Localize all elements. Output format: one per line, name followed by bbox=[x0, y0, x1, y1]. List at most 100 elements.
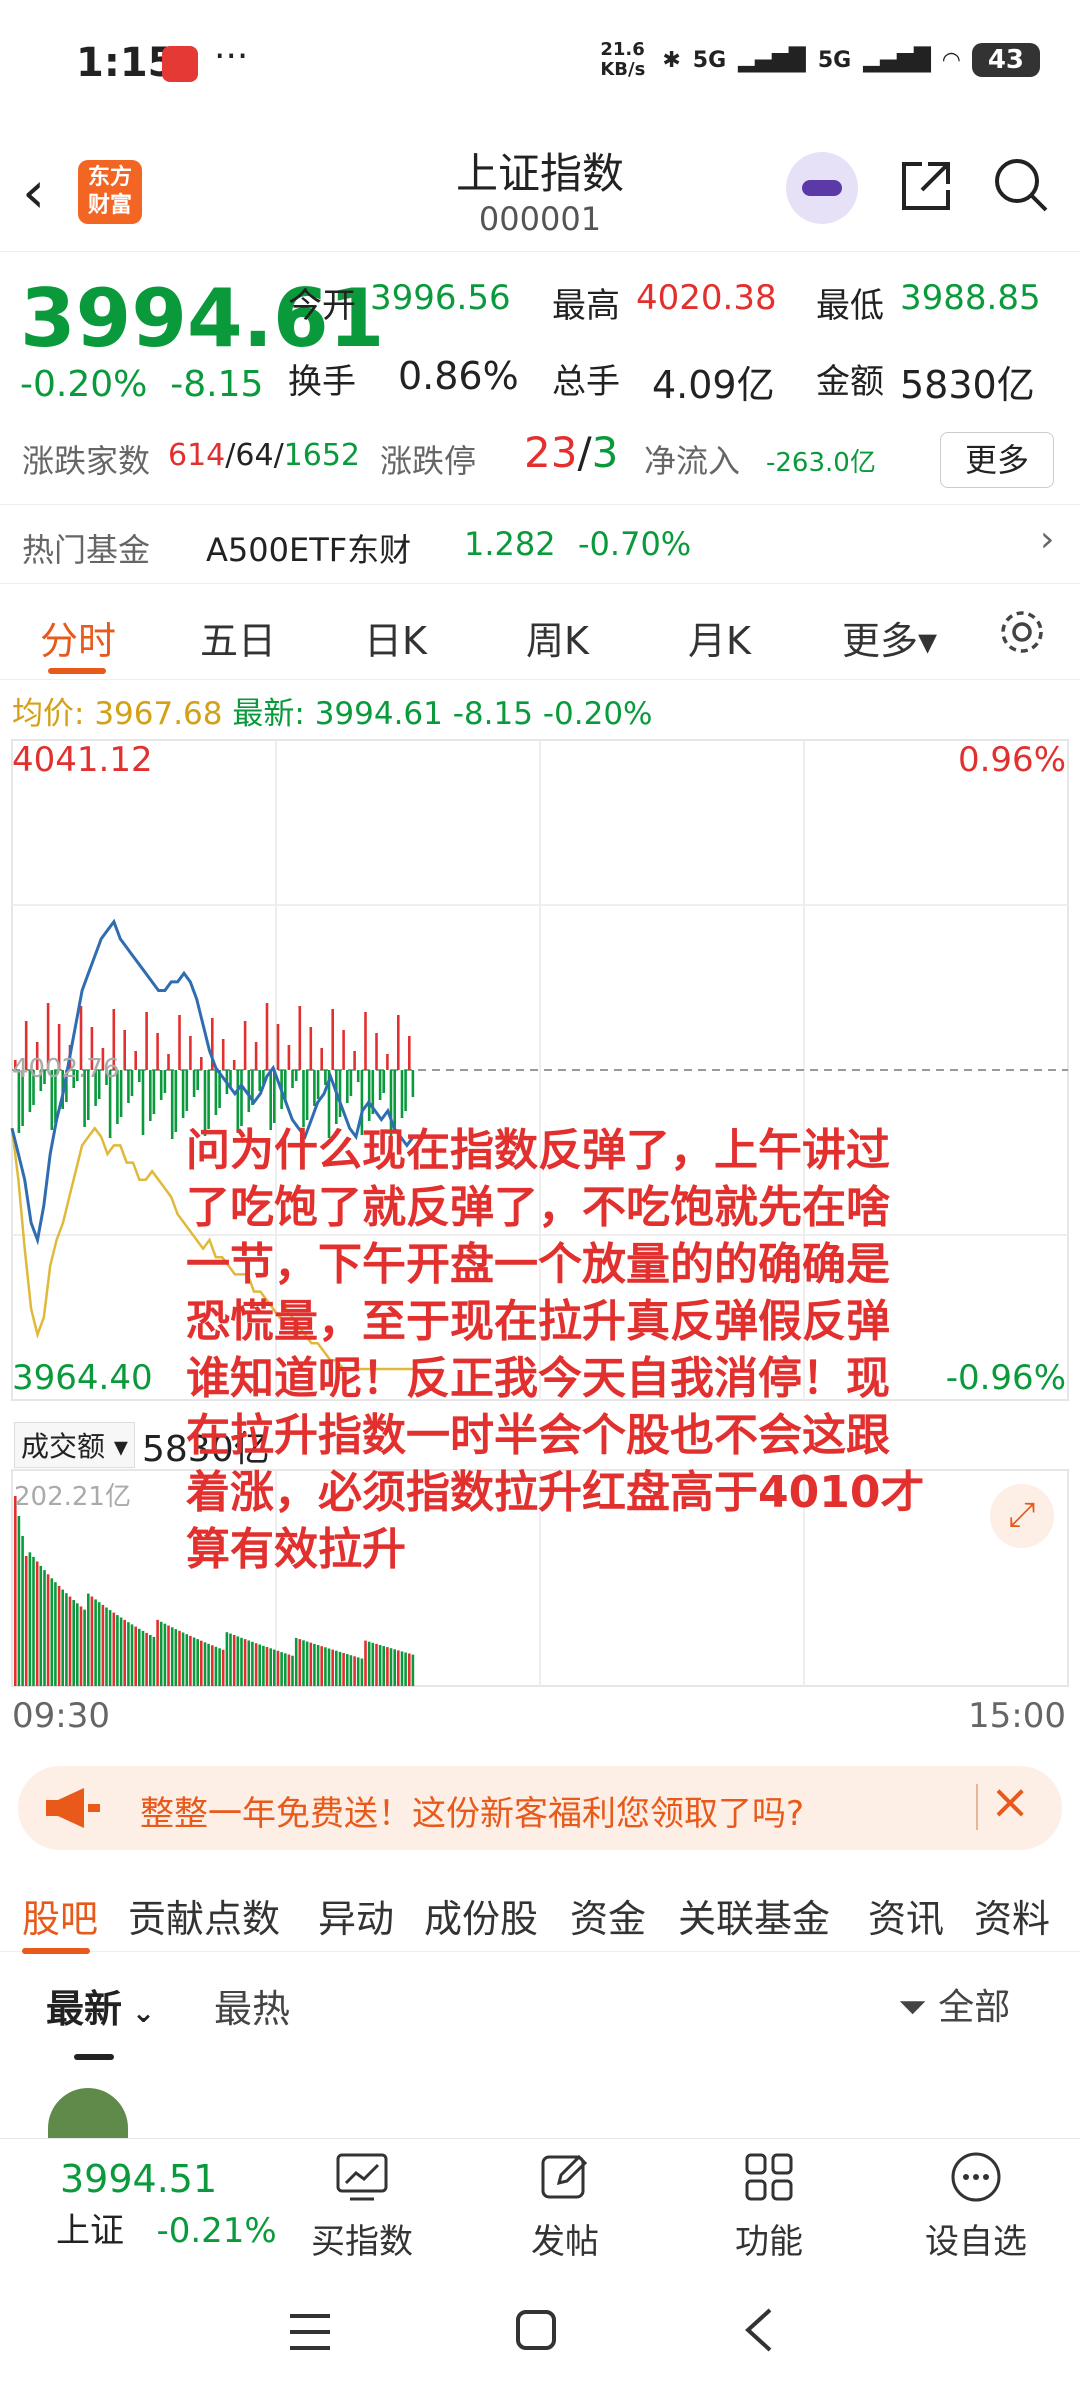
intraday-bar bbox=[119, 1070, 123, 1117]
tab-5day[interactable]: 五日 bbox=[200, 610, 276, 665]
subtab-news[interactable]: 资讯 bbox=[868, 1888, 944, 1943]
intraday-bar bbox=[324, 1070, 327, 1085]
expand-icon[interactable]: ⤢ bbox=[990, 1484, 1054, 1548]
volume-bar bbox=[94, 1599, 97, 1686]
back-icon[interactable] bbox=[740, 2306, 780, 2354]
signal-bars-icon-2: ▂▄▆█ bbox=[863, 47, 931, 73]
menu-icon[interactable] bbox=[286, 2310, 334, 2354]
pct-axis-top: 0.96% bbox=[957, 740, 1066, 780]
volume-bar bbox=[397, 1650, 400, 1686]
volume-bar bbox=[240, 1637, 243, 1686]
volume-bar bbox=[258, 1644, 261, 1686]
sort-latest[interactable]: 最新 ⌄ bbox=[46, 1978, 155, 2033]
add-watchlist-button[interactable]: 设自选 bbox=[916, 2149, 1036, 2263]
subtab-capital[interactable]: 资金 bbox=[570, 1888, 646, 1943]
filter-button[interactable]: ⏷ 全部 bbox=[898, 1978, 1010, 2030]
hot-fund-row[interactable]: 热门基金 A500ETF东财 1.282 -0.70% › bbox=[0, 504, 1080, 584]
volume-bar bbox=[83, 1609, 86, 1686]
volume-bar bbox=[353, 1656, 356, 1686]
intraday-bar bbox=[167, 1054, 170, 1070]
last-change: -8.15 bbox=[452, 696, 533, 732]
prev-close-label: 4002.76 bbox=[12, 1054, 120, 1084]
intraday-bar bbox=[273, 1070, 276, 1123]
volume-bar bbox=[229, 1633, 232, 1686]
intraday-bar bbox=[353, 1051, 356, 1070]
more-button[interactable]: 更多 bbox=[940, 432, 1054, 488]
volume-bar bbox=[243, 1639, 247, 1686]
net-speed: 21.6 KB/s bbox=[600, 39, 646, 80]
tab-daily-k[interactable]: 日K bbox=[364, 610, 427, 665]
volume-bar bbox=[14, 1496, 17, 1686]
x-axis-end: 15:00 bbox=[968, 1696, 1066, 1736]
volume-bar bbox=[218, 1648, 221, 1686]
subtab-abnormal[interactable]: 异动 bbox=[318, 1888, 394, 1943]
post-button[interactable]: 发帖 bbox=[520, 2149, 610, 2263]
volume-bar bbox=[382, 1646, 385, 1686]
netflow-value: -263.0亿 bbox=[766, 448, 876, 478]
volume-bar bbox=[97, 1602, 101, 1686]
volume-bar bbox=[251, 1641, 254, 1686]
buy-index-button[interactable]: 买指数 bbox=[304, 2149, 420, 2263]
sort-hot[interactable]: 最热 bbox=[214, 1978, 290, 2033]
index-quick-quote[interactable]: 3994.51 上证 -0.21% bbox=[56, 2157, 277, 2252]
notification-app-icon bbox=[162, 46, 198, 82]
tab-weekly-k[interactable]: 周K bbox=[526, 610, 589, 665]
chart-tabs: 分时 五日 日K 周K 月K 更多▾ bbox=[0, 584, 1080, 680]
intraday-bar bbox=[258, 1070, 261, 1091]
functions-label: 功能 bbox=[735, 2222, 803, 2262]
volume-bar bbox=[389, 1648, 393, 1686]
tab-intraday[interactable]: 分时 bbox=[40, 610, 116, 665]
close-icon[interactable]: × bbox=[990, 1774, 1030, 1830]
promo-banner[interactable]: 整整一年免费送！这份新客福利您领取了吗? × bbox=[18, 1766, 1062, 1850]
home-icon[interactable] bbox=[512, 2306, 560, 2354]
avg-value: 3967.68 bbox=[94, 696, 223, 732]
volume-bar bbox=[21, 1536, 24, 1686]
intraday-bar bbox=[130, 1070, 134, 1096]
volume-bar bbox=[349, 1655, 353, 1686]
gear-icon[interactable] bbox=[996, 606, 1048, 658]
volume-bar bbox=[203, 1642, 207, 1686]
intraday-bar bbox=[185, 1070, 189, 1111]
subtab-guba[interactable]: 股吧 bbox=[22, 1888, 98, 1943]
volume-bar bbox=[50, 1578, 54, 1686]
netflow-label: 净流入 bbox=[644, 442, 741, 480]
volume-bar bbox=[247, 1640, 251, 1686]
intraday-bar bbox=[313, 1070, 316, 1106]
volume-bar bbox=[57, 1585, 61, 1686]
subtab-constituents[interactable]: 成份股 bbox=[424, 1888, 538, 1943]
intraday-bar bbox=[386, 1054, 389, 1070]
intraday-bar bbox=[170, 1070, 174, 1139]
intraday-bar bbox=[159, 1070, 163, 1100]
tab-monthly-k[interactable]: 月K bbox=[688, 610, 751, 665]
grid-icon bbox=[745, 2153, 793, 2201]
volume-bar bbox=[214, 1646, 218, 1686]
volume-bar bbox=[342, 1653, 345, 1686]
intraday-bar bbox=[382, 1070, 385, 1093]
functions-button[interactable]: 功能 bbox=[724, 2149, 814, 2263]
intraday-bar bbox=[298, 1006, 302, 1070]
volume-bar bbox=[76, 1603, 79, 1686]
tab-more[interactable]: 更多▾ bbox=[842, 610, 937, 665]
intraday-bar bbox=[349, 1070, 353, 1096]
low-value: 3988.85 bbox=[900, 278, 1041, 318]
intraday-bar bbox=[145, 1012, 148, 1070]
intraday-bar bbox=[156, 1033, 159, 1070]
intraday-bar bbox=[138, 1070, 141, 1082]
intraday-bar bbox=[200, 1057, 203, 1070]
subtab-contribution[interactable]: 贡献点数 bbox=[128, 1888, 280, 1943]
subtab-related-funds[interactable]: 关联基金 bbox=[678, 1888, 830, 1943]
volume-bar bbox=[207, 1643, 210, 1686]
more-notifications-icon: ··· bbox=[214, 36, 249, 77]
bluetooth-icon: ✱ bbox=[662, 47, 681, 73]
subtab-info[interactable]: 资料 bbox=[974, 1888, 1050, 1943]
share-icon[interactable] bbox=[896, 156, 956, 216]
volume-bar bbox=[163, 1623, 167, 1686]
assistant-robot-icon[interactable] bbox=[786, 152, 858, 224]
volume-type-select[interactable]: 成交额 ▾ bbox=[14, 1422, 135, 1468]
intraday-bar bbox=[123, 1030, 126, 1070]
volume-bar bbox=[116, 1615, 119, 1686]
intraday-bar bbox=[152, 1070, 156, 1114]
open-label: 今开 bbox=[288, 286, 356, 326]
volume-bar bbox=[360, 1658, 364, 1686]
search-icon[interactable] bbox=[990, 154, 1052, 216]
